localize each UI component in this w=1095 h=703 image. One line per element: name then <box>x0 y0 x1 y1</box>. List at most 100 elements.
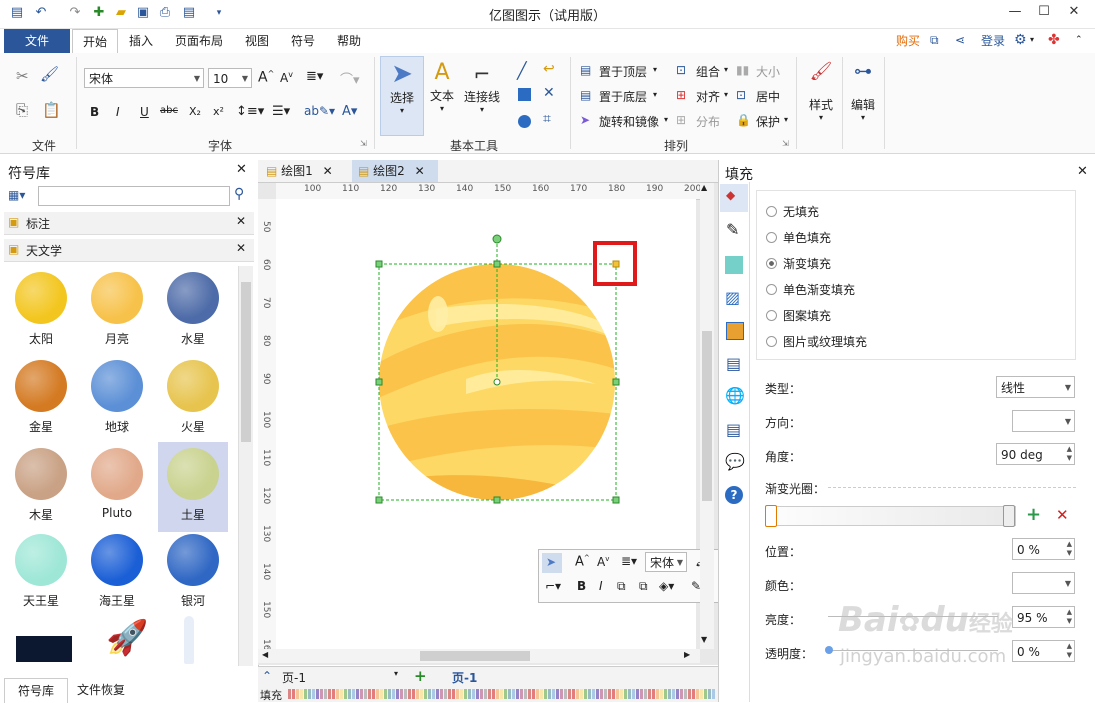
font-size-select[interactable]: 10 ▼ <box>208 68 252 88</box>
float-align-icon[interactable]: ≣▾ <box>621 554 637 568</box>
symbol-item[interactable]: 银河 <box>158 534 228 609</box>
strikethrough-icon[interactable]: abc <box>160 105 178 116</box>
symbol-item[interactable]: 海王星 <box>82 534 152 609</box>
gradient-direction-select[interactable]: ▼ <box>1012 410 1075 432</box>
paste-icon[interactable]: 📋 <box>42 101 61 119</box>
layer-tool-icon[interactable] <box>726 322 744 340</box>
line-icon[interactable]: ╱ <box>517 61 527 80</box>
float-italic-icon[interactable]: I <box>599 579 603 593</box>
rotate-dropdown-icon[interactable]: ▾ <box>664 115 668 124</box>
scroll-up-icon[interactable]: ▲ <box>701 183 707 192</box>
center-button[interactable]: 居中 <box>756 88 780 105</box>
fill-panel-close-icon[interactable]: ✕ <box>1077 164 1088 179</box>
point-tool-icon[interactable]: ✕ <box>543 85 555 101</box>
float-connector-icon[interactable]: ⌐▾ <box>545 579 561 593</box>
bullets-icon[interactable]: ☰▾ <box>272 104 290 119</box>
tab-insert[interactable]: 插入 <box>120 29 162 53</box>
distribute-button[interactable]: 分布 <box>696 113 720 130</box>
symbol-item[interactable]: 火星 <box>158 360 228 435</box>
float-grow-font-icon[interactable]: A^ <box>575 554 590 569</box>
settings-gear-icon[interactable]: ⚙ <box>1014 32 1027 48</box>
scroll-left-icon[interactable]: ◀ <box>262 650 268 659</box>
library-section-astronomy[interactable]: ▣ 天文学 ✕ <box>4 239 254 262</box>
tab-file-recovery[interactable]: 文件恢复 <box>70 678 132 702</box>
gradient-stop-handle[interactable] <box>765 505 777 527</box>
bring-front-dropdown-icon[interactable]: ▾ <box>653 65 657 74</box>
fill-option[interactable]: 单色填充 <box>766 229 831 246</box>
fill-option[interactable]: 图案填充 <box>766 307 831 324</box>
copy-icon[interactable]: ⎘ <box>16 101 28 119</box>
send-back-button[interactable]: 置于底层 <box>599 88 647 105</box>
shrink-font-icon[interactable]: Av <box>280 70 293 85</box>
italic-icon[interactable]: I <box>116 105 120 119</box>
symbol-item[interactable]: Pluto <box>82 448 152 520</box>
select-tool-button[interactable]: ➤ 选择 ▾ <box>380 56 424 136</box>
size-button[interactable]: 大小 <box>756 63 780 80</box>
symbol-item[interactable]: 木星 <box>6 448 76 523</box>
share-box-icon[interactable]: ⧉ <box>930 33 939 48</box>
tab-page-layout[interactable]: 页面布局 <box>166 29 232 53</box>
float-bring-front-icon[interactable]: ⧉ <box>617 579 626 594</box>
cut-icon[interactable]: ✂ <box>16 67 29 85</box>
share-icon[interactable]: ⋖ <box>955 33 965 47</box>
scroll-down-icon[interactable]: ▼ <box>701 635 707 644</box>
connector-tool-button[interactable]: ⌐ 连接线 ▾ <box>460 56 504 134</box>
page-expand-icon[interactable]: ⌃ <box>262 669 272 683</box>
resize-handle[interactable] <box>493 260 501 268</box>
help-icon[interactable]: ? <box>725 486 743 504</box>
maximize-icon[interactable]: ☐ <box>1034 4 1054 19</box>
scroll-right-icon[interactable]: ▶ <box>684 650 690 659</box>
curve-icon[interactable]: ↩ <box>543 61 555 77</box>
fill-option[interactable]: 图片或纹理填充 <box>766 333 867 350</box>
gradient-stops-bar[interactable] <box>765 505 1016 527</box>
font-dialog-launcher-icon[interactable]: ⇲ <box>360 139 367 148</box>
symbol-item[interactable]: 地球 <box>82 360 152 435</box>
arrange-dialog-launcher-icon[interactable]: ⇲ <box>782 139 789 148</box>
color-palette[interactable] <box>288 689 716 699</box>
gradient-type-select[interactable]: 线性 ▼ <box>996 376 1075 398</box>
fill-option[interactable]: 渐变填充 <box>766 255 831 272</box>
doc-tab-close-icon[interactable]: ✕ <box>415 164 425 178</box>
fill-option[interactable]: 无填充 <box>766 203 819 220</box>
symbol-item[interactable]: 金星 <box>6 360 76 435</box>
transparency-slider-thumb[interactable] <box>825 646 833 654</box>
rectangle-icon[interactable] <box>518 88 531 101</box>
page-properties-icon[interactable]: ▤ <box>726 354 741 373</box>
shadow-tool-icon[interactable] <box>725 256 743 274</box>
resize-handle[interactable] <box>375 378 383 386</box>
drawing-page[interactable]: ✕ ➤ A^ Av ≣▾ 宋体▼ 🖌 ⌐▾ B I ⧉ ⧉ ◈▾ ✎▾ <box>276 199 734 649</box>
crop-icon[interactable]: ⌗ <box>543 111 551 127</box>
tab-home[interactable]: 开始 <box>72 29 118 54</box>
format-painter-icon[interactable]: 🖌 <box>40 65 59 83</box>
fill-tool-icon[interactable]: ◆ <box>720 184 748 212</box>
library-section-annotation[interactable]: ▣ 标注 ✕ <box>4 212 254 235</box>
canvas-hscrollbar[interactable]: ◀ ▶ <box>258 649 700 663</box>
resize-handle[interactable] <box>375 496 383 504</box>
rocket-slim-symbol[interactable] <box>184 616 194 664</box>
add-page-icon[interactable]: + <box>414 667 427 685</box>
page-select[interactable]: 页-1 ▾ <box>282 669 402 685</box>
style-button[interactable]: 🖌 样式 ▾ <box>804 61 838 122</box>
float-fill-icon[interactable]: ◈▾ <box>659 579 674 593</box>
collapse-ribbon-icon[interactable]: ⌃ <box>1075 35 1083 45</box>
login-link[interactable]: 登录 <box>976 29 1010 53</box>
position-spinner[interactable]: 0 % ▲ ▼ <box>1012 538 1075 560</box>
color-select[interactable]: ▼ <box>1012 572 1075 594</box>
tab-file[interactable]: 文件 <box>4 29 70 53</box>
transparency-spinner[interactable]: 0 % ▲ ▼ <box>1012 640 1075 662</box>
minimize-icon[interactable]: — <box>1005 4 1025 19</box>
app-flower-icon[interactable]: ✤ <box>1048 32 1060 48</box>
close-icon[interactable]: ✕ <box>1064 4 1084 19</box>
bring-front-button[interactable]: 置于顶层 <box>599 63 647 80</box>
section-close-icon[interactable]: ✕ <box>236 241 246 255</box>
angle-spinner[interactable]: 90 deg ▲ ▼ <box>996 443 1075 465</box>
float-font-select[interactable]: 宋体 ▼ <box>645 552 687 572</box>
resize-handle[interactable] <box>375 260 383 268</box>
doc-tab-1[interactable]: ▤ 绘图1 ✕ <box>262 160 344 182</box>
saturn-shape[interactable] <box>376 262 616 519</box>
float-send-back-icon[interactable]: ⧉ <box>639 579 648 594</box>
doc-tab-2[interactable]: ▤ 绘图2 ✕ <box>352 160 438 182</box>
add-stop-icon[interactable]: + <box>1026 504 1041 525</box>
rotate-mirror-button[interactable]: 旋转和镜像 <box>599 113 659 130</box>
align-button[interactable]: 对齐 <box>696 88 720 105</box>
